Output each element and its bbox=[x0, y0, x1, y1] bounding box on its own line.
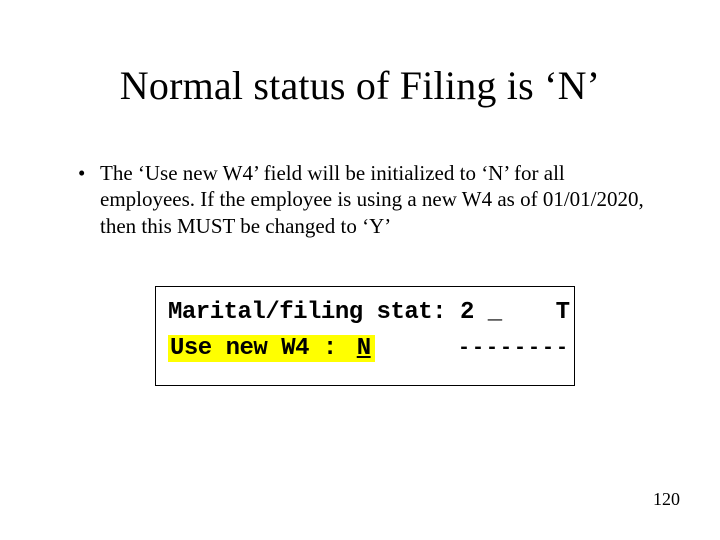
bullet-text: The ‘Use new W4’ field will be initializ… bbox=[100, 160, 658, 239]
use-new-w4-label: Use new W4 : bbox=[168, 335, 339, 362]
bullet-list: • The ‘Use new W4’ field will be initial… bbox=[78, 160, 658, 239]
terminal-right-fragment-top: T bbox=[556, 299, 570, 326]
marital-label: Marital/filing stat: bbox=[168, 299, 446, 326]
terminal-row-marital: Marital/filing stat: 2 _ bbox=[156, 299, 574, 335]
use-new-w4-value: N bbox=[353, 335, 375, 362]
bullet-item: • The ‘Use new W4’ field will be initial… bbox=[78, 160, 658, 239]
slide-title: Normal status of Filing is ‘N’ bbox=[0, 62, 720, 109]
terminal-screenshot: Marital/filing stat: 2 _ Use new W4 : N … bbox=[155, 286, 575, 386]
slide: Normal status of Filing is ‘N’ • The ‘Us… bbox=[0, 0, 720, 540]
marital-value: 2 _ bbox=[460, 299, 502, 326]
terminal-right-fragment-bot: -------- bbox=[458, 337, 570, 360]
bullet-dot-icon: • bbox=[78, 160, 100, 239]
page-number: 120 bbox=[653, 489, 680, 510]
